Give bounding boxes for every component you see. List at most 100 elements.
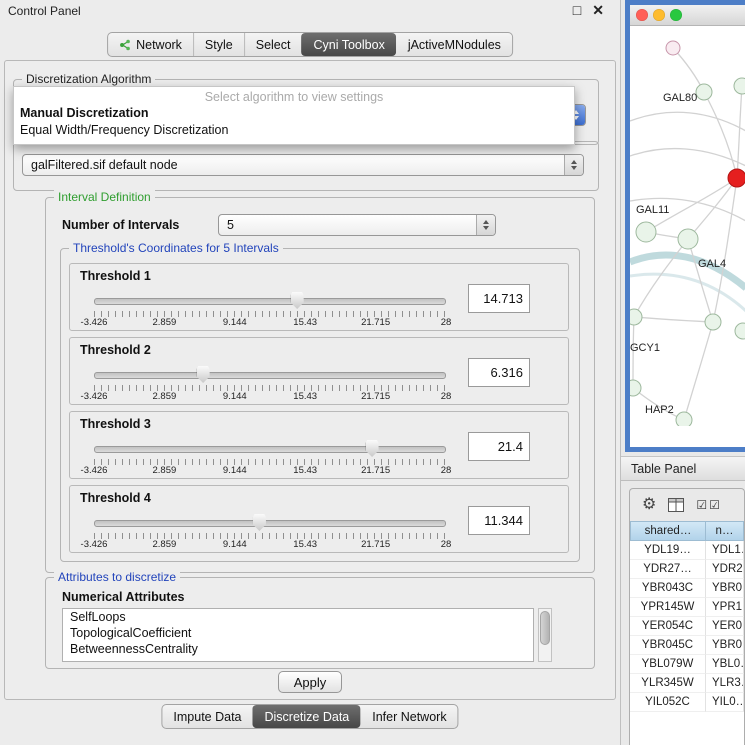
discretization-algorithm-title: Discretization Algorithm — [22, 72, 155, 86]
scale-label: -3.426 — [81, 539, 108, 550]
threshold-value-field[interactable]: 14.713 — [468, 284, 530, 313]
tab-network[interactable]: Network — [108, 33, 193, 56]
threshold-value-field[interactable]: 6.316 — [468, 358, 530, 387]
table-cell: YBR0… — [706, 636, 744, 655]
table-row[interactable]: YDR27…YDR2… — [630, 560, 744, 579]
network-node[interactable] — [666, 41, 680, 55]
scrollbar-thumb[interactable] — [540, 611, 550, 645]
float-window-icon[interactable]: □ — [573, 2, 581, 19]
tab-discretize-data[interactable]: Discretize Data — [253, 705, 361, 728]
gear-icon[interactable]: ⚙ — [642, 497, 656, 513]
threshold-label: Threshold 1 — [80, 269, 151, 283]
threshold-row: Threshold 3 -3.4262.8599.14415.4321.7152… — [69, 411, 569, 479]
threshold-label: Threshold 3 — [80, 417, 151, 431]
tab-jactivemnodules[interactable]: jActiveMNodules — [396, 33, 512, 56]
attributes-group-title: Attributes to discretize — [54, 570, 180, 584]
tab-select[interactable]: Select — [244, 33, 302, 56]
close-traffic-light-icon[interactable] — [636, 9, 648, 21]
threshold-value-field[interactable]: 21.4 — [468, 432, 530, 461]
scale-label: 28 — [441, 465, 452, 476]
attributes-scrollbar[interactable] — [538, 608, 552, 662]
table-cell: YDL1… — [706, 541, 744, 560]
network-window-titlebar — [630, 5, 745, 26]
close-icon[interactable]: ✕ — [592, 2, 604, 19]
network-node-gal80[interactable] — [696, 84, 712, 100]
scale-label: 15.43 — [293, 317, 317, 328]
threshold-label: Threshold 4 — [80, 491, 151, 505]
number-of-intervals-label: Number of Intervals — [62, 218, 179, 232]
tab-style[interactable]: Style — [193, 33, 244, 56]
table-row[interactable]: YER054CYER0… — [630, 617, 744, 636]
table-row[interactable]: YBR043CYBR0… — [630, 579, 744, 598]
tab-infer-network[interactable]: Infer Network — [360, 705, 457, 728]
minimize-traffic-light-icon[interactable] — [653, 9, 665, 21]
network-node[interactable] — [630, 380, 641, 396]
scale-label: 21.715 — [361, 539, 390, 550]
attribute-item[interactable]: TopologicalCoefficient — [63, 625, 533, 641]
table-row[interactable]: YPR145WYPR1… — [630, 598, 744, 617]
algorithm-dropdown-popup: Select algorithm to view settings Manual… — [13, 86, 575, 145]
table-row[interactable]: YLR345WYLR3… — [630, 674, 744, 693]
control-panel-titlebar: Control Panel — [0, 0, 620, 22]
table-data-select[interactable]: galFiltered.sif default node — [22, 154, 584, 176]
threshold-value-field[interactable]: 11.344 — [468, 506, 530, 535]
attribute-item[interactable]: BetweennessCentrality — [63, 641, 533, 657]
threshold-slider[interactable] — [94, 366, 446, 384]
network-node-hap2[interactable] — [676, 412, 692, 426]
zoom-traffic-light-icon[interactable] — [670, 9, 682, 21]
network-node[interactable] — [728, 169, 745, 187]
dropdown-option-manual-discretization[interactable]: Manual Discretization — [14, 105, 574, 122]
slider-thumb[interactable] — [197, 366, 210, 383]
network-node-gal11[interactable] — [636, 222, 656, 242]
network-canvas[interactable]: GAL80GAL11GAL4GCY1HAP2 — [630, 26, 745, 426]
table-row[interactable]: YBR045CYBR0… — [630, 636, 744, 655]
bottom-tab-strip: Impute Data Discretize Data Infer Network — [161, 704, 458, 729]
network-node-gal4[interactable] — [678, 229, 698, 249]
table-cell: YIL052C — [630, 693, 706, 712]
thresholds-group: Threshold's Coordinates for 5 Intervals … — [60, 248, 580, 562]
dropdown-placeholder: Select algorithm to view settings — [14, 89, 574, 105]
network-node-label: GAL11 — [636, 204, 669, 216]
slider-thumb[interactable] — [253, 514, 266, 531]
scale-label: 9.144 — [223, 465, 247, 476]
number-of-intervals-select[interactable]: 5 — [218, 214, 496, 236]
threshold-slider[interactable] — [94, 440, 446, 458]
threshold-row: Threshold 4 -3.4262.8599.14415.4321.7152… — [69, 485, 569, 553]
slider-thumb[interactable] — [291, 292, 304, 309]
scale-label: 9.144 — [223, 539, 247, 550]
select-columns-icon[interactable]: ☑☑ — [696, 498, 722, 512]
slider-track — [94, 520, 446, 527]
network-node[interactable] — [735, 323, 745, 339]
tab-label: Select — [256, 38, 291, 52]
tab-impute-data[interactable]: Impute Data — [162, 705, 252, 728]
table-row[interactable]: YIL052CYIL0… — [630, 693, 744, 712]
column-header-name[interactable]: n… — [706, 521, 744, 541]
table-row[interactable]: YBL079WYBL0… — [630, 655, 744, 674]
network-node-label: GCY1 — [630, 342, 660, 354]
table-panel-header[interactable]: Table Panel — [621, 456, 745, 481]
threshold-slider[interactable] — [94, 514, 446, 532]
combo-arrows-icon — [476, 215, 495, 235]
threshold-slider[interactable] — [94, 292, 446, 310]
tab-label: Style — [205, 38, 233, 52]
columns-icon[interactable] — [668, 498, 684, 512]
combo-arrows-icon — [564, 155, 583, 175]
slider-track — [94, 298, 446, 305]
network-node-gcy1[interactable] — [630, 309, 642, 325]
tab-cyni-toolbox[interactable]: Cyni Toolbox — [301, 33, 395, 56]
table-row[interactable]: YDL19…YDL1… — [630, 541, 744, 560]
network-node[interactable] — [734, 78, 745, 94]
control-panel-title: Control Panel — [8, 4, 81, 18]
slider-thumb[interactable] — [366, 440, 379, 457]
scale-label: 2.859 — [153, 391, 177, 402]
tab-label: Discretize Data — [265, 710, 350, 724]
apply-button[interactable]: Apply — [278, 671, 342, 693]
tab-label: Network — [136, 38, 182, 52]
column-header-shared-name[interactable]: shared… — [630, 521, 706, 541]
dropdown-option-equal-width-frequency[interactable]: Equal Width/Frequency Discretization — [14, 122, 574, 139]
scale-label: 28 — [441, 539, 452, 550]
network-node[interactable] — [705, 314, 721, 330]
numerical-attributes-list[interactable]: SelfLoopsTopologicalCoefficientBetweenne… — [62, 608, 534, 662]
tab-label: Cyni Toolbox — [313, 38, 384, 52]
attribute-item[interactable]: SelfLoops — [63, 609, 533, 625]
